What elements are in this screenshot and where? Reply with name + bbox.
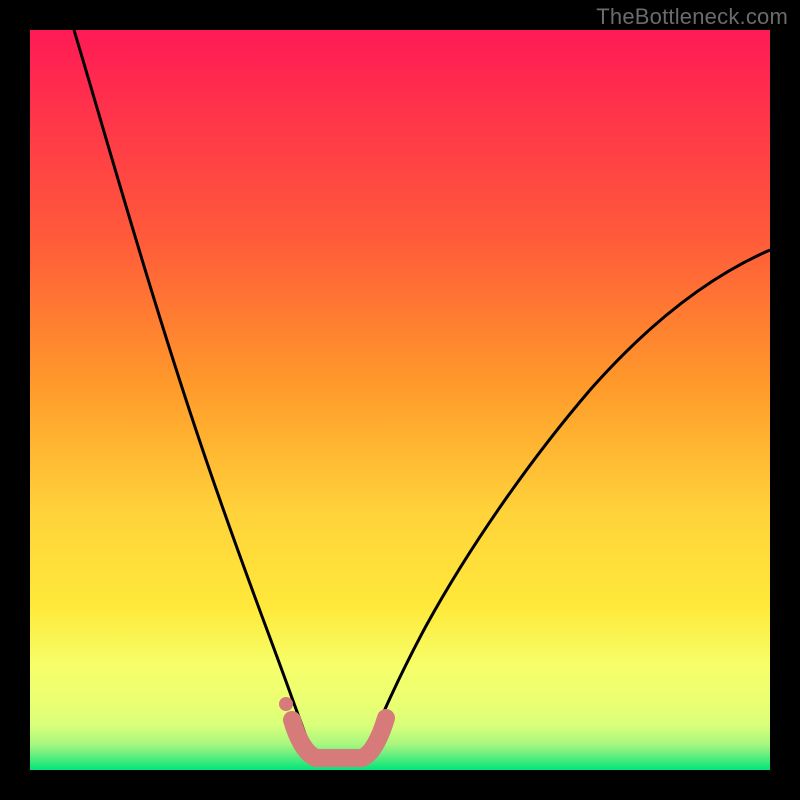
gradient-background xyxy=(30,30,770,770)
chart-frame: TheBottleneck.com xyxy=(0,0,800,800)
left-salmon-dot xyxy=(279,697,293,711)
watermark-text: TheBottleneck.com xyxy=(596,4,788,30)
plot-area xyxy=(30,30,770,770)
chart-svg xyxy=(30,30,770,770)
